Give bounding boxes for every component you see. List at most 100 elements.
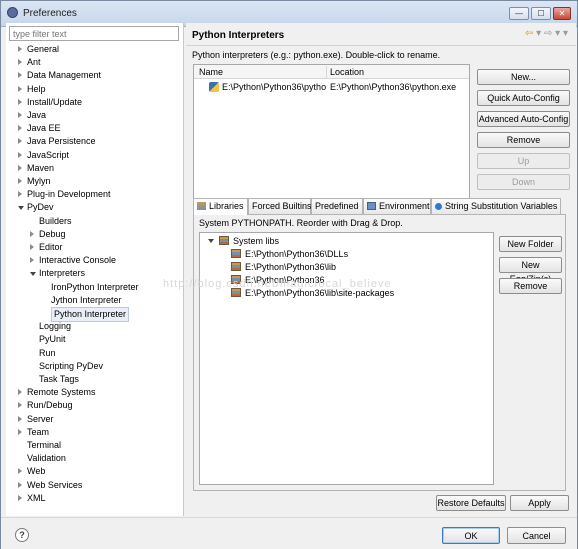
collapsed-arrow-icon[interactable] [30, 230, 34, 237]
tree-item-label: Terminal [27, 440, 62, 450]
new-interpreter-button[interactable]: New... [477, 69, 570, 85]
back-menu-icon[interactable]: ▾ [536, 28, 541, 39]
tree-item-label: Debug [39, 228, 66, 239]
tree-item-label: Install/Update [27, 96, 83, 107]
collapsed-arrow-icon[interactable] [18, 151, 22, 158]
help-icon[interactable]: ? [15, 528, 29, 542]
collapsed-arrow-icon[interactable] [18, 402, 22, 409]
tree-item-label: General [27, 44, 60, 54]
tab-forced-builtins[interactable]: Forced Builtins [248, 198, 312, 214]
tree-item-label: PyUnit [39, 334, 66, 345]
maximize-button[interactable]: ☐ [531, 7, 551, 20]
collapsed-arrow-icon[interactable] [18, 389, 22, 396]
collapsed-arrow-icon[interactable] [18, 178, 22, 184]
tree-item-label: Remote Systems [27, 387, 96, 398]
advanced-auto-config-button[interactable]: Advanced Auto-Config [477, 111, 570, 127]
tree-item-label: Java Persistence [27, 136, 96, 147]
tree-item-label: Java EE [27, 123, 61, 134]
collapsed-arrow-icon[interactable] [18, 138, 22, 145]
tab-environment[interactable]: Environment [363, 198, 431, 214]
collapsed-arrow-icon[interactable] [18, 59, 22, 66]
watermark-text: http://blog.csdn.net/magicfocal_believe [163, 278, 392, 290]
collapsed-arrow-icon[interactable] [18, 481, 22, 488]
apply-button[interactable]: Apply [510, 495, 569, 511]
new-egg-zip-button[interactable]: New Egg/Zip(s) [499, 257, 562, 284]
column-divider [326, 66, 327, 78]
preferences-tree-panel: General Ant Data Management Help Install/Upd… [6, 23, 184, 516]
expanded-arrow-icon[interactable] [18, 206, 24, 211]
tab-label: Libraries [209, 201, 244, 211]
remove-interpreter-button[interactable]: Remove [477, 132, 570, 148]
minimize-button[interactable]: — [509, 7, 529, 20]
dialog-button-bar: ? OK Cancel [1, 517, 577, 549]
tree-item-label: Run [39, 347, 56, 358]
tab-libraries[interactable]: Libraries [193, 198, 248, 215]
tree-item-label: Plug-in Development [27, 189, 111, 200]
libraries-tab-panel: System PYTHONPATH. Reorder with Drag & D… [193, 214, 566, 491]
up-button[interactable]: Up [477, 153, 570, 169]
table-header: Name Location [194, 65, 469, 79]
preferences-window: Preferences — ☐ ✕ General Ant Data Managem… [0, 0, 578, 549]
expand-arrow-icon[interactable] [208, 239, 214, 243]
collapsed-arrow-icon[interactable] [18, 125, 22, 132]
back-arrow-icon[interactable]: ⇦ [525, 28, 533, 39]
cancel-button[interactable]: Cancel [507, 527, 566, 544]
expanded-arrow-icon[interactable] [30, 272, 36, 277]
tree-item-label: Team [27, 426, 50, 437]
column-name-header[interactable]: Name [199, 67, 223, 77]
forward-menu-icon[interactable]: ▾ [555, 28, 560, 39]
tree-item-label: Editor [39, 242, 63, 252]
collapsed-arrow-icon[interactable] [18, 164, 22, 171]
libraries-icon [197, 202, 206, 210]
tree-item-label: Builders [39, 215, 72, 226]
table-row[interactable]: E:\Python\Python36\python E:\Python\Pyth… [194, 81, 469, 94]
collapsed-arrow-icon[interactable] [18, 85, 22, 92]
remove-library-button[interactable]: Remove [499, 278, 562, 294]
tree-item-label: Mylyn [27, 176, 51, 186]
tab-predefined[interactable]: Predefined [311, 198, 363, 214]
collapsed-arrow-icon[interactable] [30, 257, 34, 264]
tree-item-label: Scripting PyDev [39, 360, 104, 371]
filter-input[interactable] [9, 26, 179, 41]
collapsed-arrow-icon[interactable] [18, 112, 22, 118]
system-libs-label: System libs [233, 236, 280, 246]
interpreter-name-cell: E:\Python\Python36\python [222, 82, 326, 92]
ok-button[interactable]: OK [442, 527, 500, 544]
collapsed-arrow-icon[interactable] [18, 428, 22, 435]
collapsed-arrow-icon[interactable] [18, 98, 22, 105]
library-path-item[interactable]: E:\Python\Python36\DLLs [231, 248, 348, 261]
quick-auto-config-button[interactable]: Quick Auto-Config [477, 90, 570, 106]
tree-item-label: XML [27, 492, 46, 503]
collapsed-arrow-icon[interactable] [18, 72, 22, 79]
library-path-label: E:\Python\Python36\lib [245, 262, 337, 272]
tree-item-label: Run/Debug [27, 400, 73, 411]
tab-string-substitution[interactable]: String Substitution Variables [431, 198, 561, 214]
restore-defaults-button[interactable]: Restore Defaults [436, 495, 506, 511]
collapsed-arrow-icon[interactable] [18, 46, 22, 52]
system-libs-node[interactable]: System libs [208, 235, 279, 248]
tree-item-label: Help [27, 83, 46, 94]
title-divider [186, 45, 576, 46]
collapsed-arrow-icon[interactable] [18, 415, 22, 422]
down-button[interactable]: Down [477, 174, 570, 190]
view-menu-icon[interactable]: ▾ [563, 28, 568, 39]
column-location-header[interactable]: Location [330, 67, 364, 77]
collapsed-arrow-icon[interactable] [18, 494, 22, 501]
collapsed-arrow-icon[interactable] [18, 191, 22, 198]
library-path-item[interactable]: E:\Python\Python36\lib [231, 261, 336, 274]
system-libs-tree[interactable]: System libs E:\Python\Python36\DLLs E:\P… [199, 232, 494, 485]
folder-icon [231, 249, 241, 258]
pythonpath-label: System PYTHONPATH. Reorder with Drag & D… [199, 218, 403, 228]
new-folder-button[interactable]: New Folder [499, 236, 562, 252]
collapsed-arrow-icon[interactable] [30, 244, 34, 250]
tree-item-label: Data Management [27, 70, 102, 81]
tree-item-label: JavaScript [27, 149, 70, 160]
interpreters-table[interactable]: Name Location E:\Python\Python36\python … [193, 64, 470, 213]
close-button[interactable]: ✕ [553, 7, 571, 20]
library-icon [219, 236, 229, 245]
tree-item-label: Java [27, 110, 47, 120]
page-description: Python interpreters (e.g.: python.exe). … [192, 50, 441, 60]
tab-label: String Substitution Variables [445, 201, 558, 211]
collapsed-arrow-icon[interactable] [18, 468, 22, 475]
forward-arrow-icon[interactable]: ⇨ [544, 28, 552, 39]
